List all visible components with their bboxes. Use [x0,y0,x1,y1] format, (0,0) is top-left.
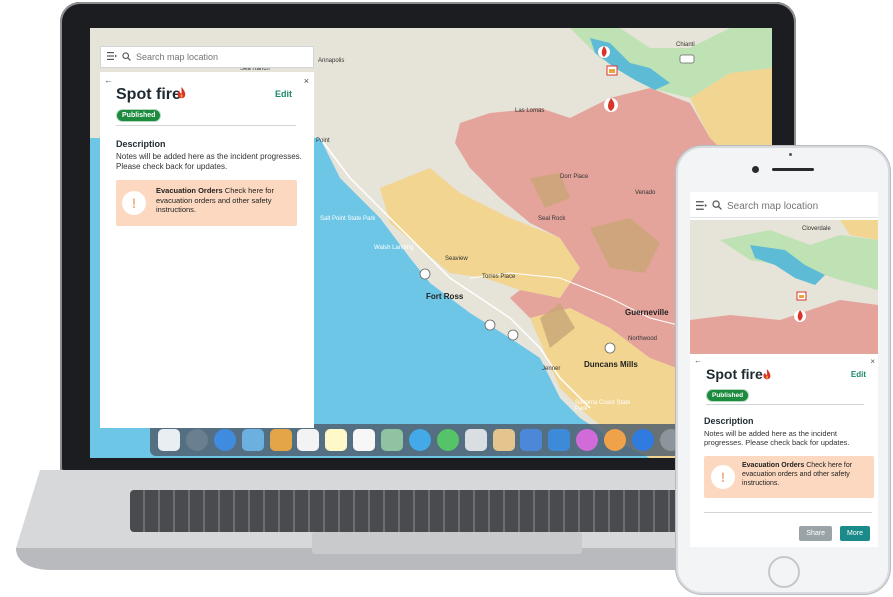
messages-icon[interactable] [408,429,431,451]
incident-marker-icon[interactable] [604,98,618,112]
back-button[interactable]: ← [694,356,702,365]
warning-icon: ! [122,191,146,215]
contacts-icon[interactable] [269,429,292,451]
search-input[interactable] [136,52,296,62]
safari-icon[interactable] [213,429,236,451]
search-bar[interactable] [690,196,878,218]
shelter-marker-icon[interactable] [796,291,807,301]
device-mockup-scene: Sea Ranch Annapolis Point Las Lomas Chia… [0,0,893,597]
photo-booth-icon[interactable] [464,429,487,451]
launchpad-icon[interactable] [185,429,208,451]
map-label: Chianti [676,42,695,48]
map-label: Northwood [628,336,658,342]
mail-icon[interactable] [241,429,264,451]
description-text: Notes will be added here as the incident… [704,429,850,447]
status-badge: Published [116,109,162,122]
evacuation-text: Evacuation Orders Check here for evacuat… [742,461,870,488]
map-label: Torres Place [482,274,516,280]
music-icon[interactable] [576,429,599,451]
status-badge: Published [706,389,750,402]
map-label: Las Lomas [515,108,545,114]
map-label: Cloverdale [802,226,831,232]
panel-actions: Share More [799,526,870,541]
dock [150,424,690,456]
shelter-marker-icon[interactable] [606,65,618,76]
evacuation-orders-callout[interactable]: ! Evacuation Orders Check here for evacu… [704,456,874,498]
divider [116,125,296,126]
edit-button[interactable]: Edit [851,370,866,379]
description-heading: Description [116,139,166,149]
search-input[interactable] [727,201,872,212]
keynote-icon[interactable] [548,429,571,451]
phone-speaker [772,168,814,171]
close-button[interactable]: × [870,357,875,366]
phone-screen: Cloverdale ← × Spot fire Edit Published … [690,192,878,547]
share-button[interactable]: Share [799,526,833,541]
photos-icon[interactable] [492,429,515,451]
app-store-icon[interactable] [631,429,654,451]
incident-title: Spot fire [706,366,763,382]
facetime-icon[interactable] [436,429,459,451]
incident-panel: ← × Spot fire Edit Published Description… [100,72,314,428]
close-button[interactable]: × [304,76,309,86]
evacuation-title: Evacuation Orders [156,186,223,195]
phone: Cloverdale ← × Spot fire Edit Published … [676,146,890,594]
map-label: Dorr Place [560,174,589,180]
map-label: Annapolis [318,58,345,64]
evacuation-orders-callout[interactable]: ! Evacuation Orders Check here for evacu… [116,180,297,226]
map-label: Seal Rock [538,216,566,222]
search-icon [712,200,722,213]
evacuation-text: Evacuation Orders Check here for evacuat… [156,186,292,215]
map-label: Point [316,138,330,144]
map-label: Guerneville [625,308,669,317]
flame-icon [176,87,187,105]
map-label: Salt Point State Park [320,216,376,222]
incident-title: Spot fire [116,86,181,103]
edit-button[interactable]: Edit [275,89,292,99]
map-label: Venado [635,190,656,196]
phone-sensor [789,153,792,156]
map-label: Walsh Landing [374,245,414,251]
more-button[interactable]: More [840,526,870,541]
description-heading: Description [704,416,754,426]
map-label: Seaview [445,256,468,262]
map-label: Jenner [542,366,561,372]
home-button[interactable] [768,556,800,588]
trackpad[interactable] [312,532,582,554]
divider [706,404,864,405]
menu-icon[interactable] [107,52,117,62]
notes-icon[interactable] [325,429,348,451]
phone-camera [752,166,759,173]
description-text: Notes will be added here as the incident… [116,152,302,171]
search-icon [122,51,131,63]
calendar-icon[interactable] [297,429,320,451]
flame-icon [762,368,772,386]
maps-icon[interactable] [381,429,403,451]
divider [704,512,872,513]
evacuation-title: Evacuation Orders [742,462,805,469]
back-button[interactable]: ← [104,75,113,85]
itunes-icon[interactable] [520,429,543,451]
keyboard [130,490,770,532]
warning-icon: ! [711,465,735,489]
books-icon[interactable] [604,429,626,451]
map-label: Fort Ross [426,292,464,301]
map-canvas[interactable] [690,220,878,354]
reminders-icon[interactable] [353,429,376,451]
incident-panel: ← × Spot fire Edit Published Description… [690,354,878,547]
finder-icon[interactable] [158,429,180,451]
search-bar[interactable] [100,46,314,68]
map-label: Sonoma Coast State Park [575,400,631,412]
incident-marker-icon[interactable] [794,310,806,322]
map-label: Duncans Mills [584,360,638,369]
incident-marker-icon[interactable] [598,46,610,58]
menu-icon[interactable] [696,200,707,213]
